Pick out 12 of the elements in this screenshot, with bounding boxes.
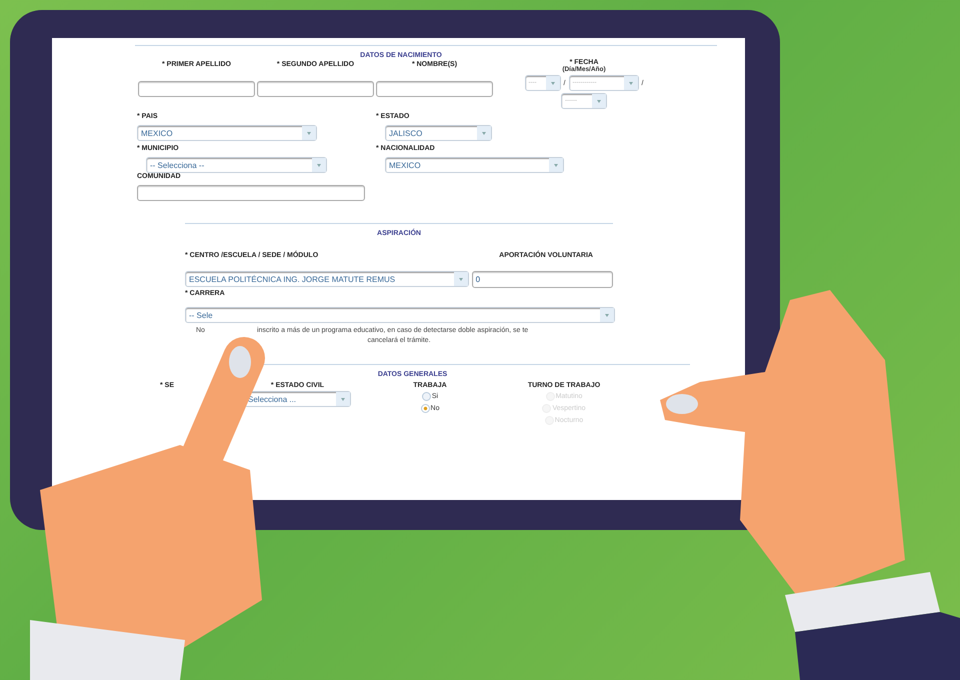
career-select[interactable]: -- Sele bbox=[185, 307, 615, 323]
marital-status-select[interactable]: Selecciona ... bbox=[244, 391, 351, 407]
nationality-select[interactable]: MEXICO bbox=[385, 157, 564, 173]
municipality-select[interactable]: -- Selecciona -- bbox=[146, 157, 327, 173]
text-input[interactable] bbox=[257, 81, 374, 97]
text-input[interactable] bbox=[138, 81, 255, 97]
school-select[interactable]: ESCUELA POLITÉCNICA ING. JORGE MATUTE REMUS bbox=[185, 271, 469, 287]
state-select[interactable]: JALISCO bbox=[385, 125, 492, 141]
text-input[interactable] bbox=[376, 81, 493, 97]
country-select[interactable]: MEXICO bbox=[137, 125, 317, 141]
text-input[interactable]: 0 bbox=[472, 271, 613, 288]
text-input[interactable] bbox=[137, 185, 365, 201]
